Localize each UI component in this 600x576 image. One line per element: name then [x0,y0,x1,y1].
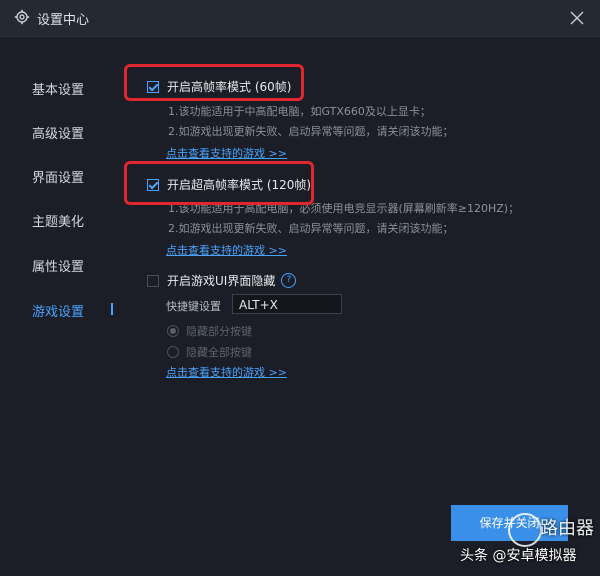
radio-hide-partial-button[interactable] [167,325,179,337]
option-120fps-supported-games-link[interactable]: 点击查看支持的游戏 >> [166,242,287,258]
gear-icon [14,9,30,25]
watermark-caption: 头条 @安卓模拟器 [460,548,577,564]
hotkey-label: 快捷键设置 [166,300,221,313]
radio-hide-all[interactable]: 隐藏全部按键 [167,344,252,360]
hotkey-input[interactable]: ALT+X [232,294,342,314]
sidebar-item-advanced[interactable]: 高级设置 [32,123,84,142]
watermark-logo [508,513,542,547]
window-title: 设置中心 [37,13,90,28]
sidebar-item-properties[interactable]: 属性设置 [32,256,84,275]
sidebar: 基本设置 高级设置 界面设置 主题美化 属性设置 游戏设置 [0,37,118,576]
ui-hide-supported-games-link[interactable]: 点击查看支持的游戏 >> [166,364,287,380]
radio-hide-partial[interactable]: 隐藏部分按键 [167,323,252,339]
sidebar-item-interface[interactable]: 界面设置 [32,167,84,186]
close-icon[interactable] [564,5,590,31]
option-60fps-note-2: 2.如游戏出现更新失败、启动异常等问题，请关闭该功能； [168,125,454,138]
game-settings-panel: 开启高帧率模式 (60帧) 1.该功能适用于中高配电脑，如GTX660及以上显卡… [118,37,600,576]
highlight-box-120fps [124,161,314,205]
radio-hide-all-button[interactable] [167,346,179,358]
active-indicator [111,303,113,315]
sidebar-item-game[interactable]: 游戏设置 [32,301,84,320]
sidebar-item-basic[interactable]: 基本设置 [32,79,84,98]
highlight-box-60fps [124,64,304,101]
title-bar: 设置中心 [0,0,600,37]
watermark-brand: 路由器 [540,518,594,539]
ui-hide-row[interactable]: 开启游戏UI界面隐藏 ? [147,272,297,289]
ui-hide-checkbox[interactable] [147,274,159,287]
sidebar-item-theme[interactable]: 主题美化 [32,211,84,230]
radio-hide-all-label: 隐藏全部按键 [186,346,252,359]
option-60fps-note-1: 1.该功能适用于中高配电脑，如GTX660及以上显卡； [168,105,431,118]
option-120fps-note-2: 2.如游戏出现更新失败、启动异常等问题，请关闭该功能； [168,222,454,235]
question-icon[interactable]: ? [281,273,297,288]
ui-hide-label: 开启游戏UI界面隐藏 [167,274,276,288]
option-60fps-supported-games-link[interactable]: 点击查看支持的游戏 >> [166,145,287,161]
radio-hide-partial-label: 隐藏部分按键 [186,325,252,338]
